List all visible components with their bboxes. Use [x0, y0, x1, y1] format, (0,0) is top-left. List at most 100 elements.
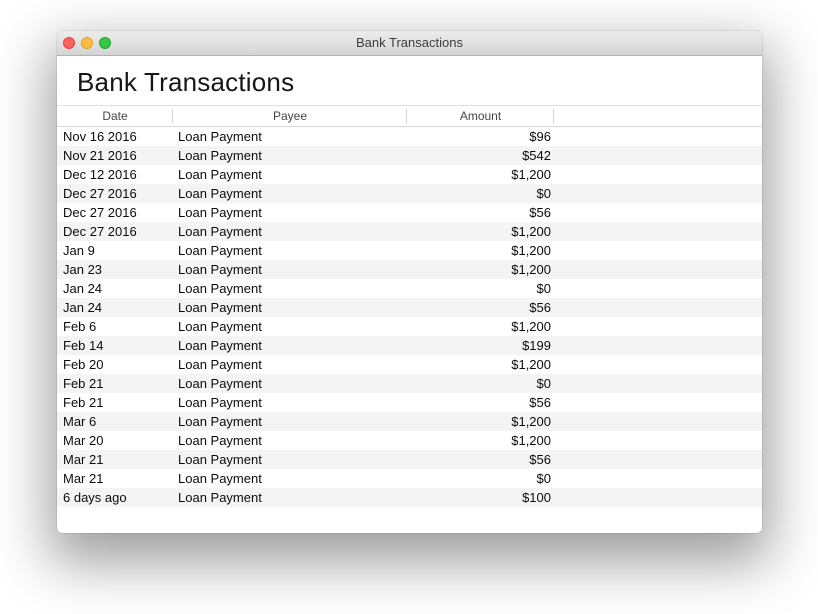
cell-amount: $542: [407, 146, 554, 165]
cell-empty: [554, 222, 762, 241]
cell-payee: Loan Payment: [173, 146, 407, 165]
table-row[interactable]: Mar 20 Loan Payment $1,200: [57, 431, 762, 450]
titlebar[interactable]: Bank Transactions: [57, 31, 762, 56]
cell-payee: Loan Payment: [173, 222, 407, 241]
cell-amount: $0: [407, 279, 554, 298]
app-window: Bank Transactions Bank Transactions Date…: [57, 31, 762, 533]
table-row[interactable]: 6 days ago Loan Payment $100: [57, 488, 762, 507]
cell-payee: Loan Payment: [173, 279, 407, 298]
close-button[interactable]: [63, 37, 75, 49]
table-row[interactable]: Dec 12 2016 Loan Payment $1,200: [57, 165, 762, 184]
cell-empty: [554, 298, 762, 317]
zoom-button[interactable]: [99, 37, 111, 49]
column-header-empty: [554, 106, 762, 126]
cell-date: Feb 20: [57, 355, 173, 374]
cell-amount: $56: [407, 203, 554, 222]
cell-payee: Loan Payment: [173, 298, 407, 317]
cell-amount: $1,200: [407, 222, 554, 241]
cell-amount: $0: [407, 469, 554, 488]
cell-amount: $0: [407, 184, 554, 203]
cell-empty: [554, 127, 762, 146]
cell-empty: [554, 165, 762, 184]
cell-payee: Loan Payment: [173, 203, 407, 222]
cell-empty: [554, 450, 762, 469]
table-header: Date Payee Amount: [57, 105, 762, 127]
table-row[interactable]: Jan 24 Loan Payment $56: [57, 298, 762, 317]
cell-payee: Loan Payment: [173, 241, 407, 260]
cell-date: 6 days ago: [57, 488, 173, 507]
minimize-button[interactable]: [81, 37, 93, 49]
cell-empty: [554, 336, 762, 355]
cell-payee: Loan Payment: [173, 260, 407, 279]
cell-date: Feb 6: [57, 317, 173, 336]
cell-empty: [554, 203, 762, 222]
cell-date: Nov 21 2016: [57, 146, 173, 165]
column-header-date[interactable]: Date: [57, 106, 173, 126]
cell-payee: Loan Payment: [173, 184, 407, 203]
cell-payee: Loan Payment: [173, 336, 407, 355]
cell-empty: [554, 279, 762, 298]
cell-amount: $56: [407, 298, 554, 317]
cell-empty: [554, 374, 762, 393]
window-content: Bank Transactions Date Payee Amount Nov …: [57, 56, 762, 532]
table-row[interactable]: Dec 27 2016 Loan Payment $0: [57, 184, 762, 203]
cell-date: Dec 27 2016: [57, 184, 173, 203]
cell-amount: $100: [407, 488, 554, 507]
cell-date: Dec 27 2016: [57, 203, 173, 222]
cell-date: Feb 21: [57, 374, 173, 393]
table-row[interactable]: Nov 21 2016 Loan Payment $542: [57, 146, 762, 165]
table-row[interactable]: Nov 16 2016 Loan Payment $96: [57, 127, 762, 146]
table-row[interactable]: Jan 23 Loan Payment $1,200: [57, 260, 762, 279]
cell-amount: $1,200: [407, 412, 554, 431]
cell-date: Mar 20: [57, 431, 173, 450]
cell-empty: [554, 469, 762, 488]
cell-amount: $199: [407, 336, 554, 355]
column-header-amount[interactable]: Amount: [407, 106, 554, 126]
cell-amount: $1,200: [407, 355, 554, 374]
cell-amount: $1,200: [407, 260, 554, 279]
cell-amount: $0: [407, 374, 554, 393]
cell-amount: $56: [407, 393, 554, 412]
cell-empty: [554, 355, 762, 374]
cell-date: Jan 9: [57, 241, 173, 260]
cell-payee: Loan Payment: [173, 374, 407, 393]
cell-empty: [554, 241, 762, 260]
cell-empty: [554, 488, 762, 507]
cell-empty: [554, 146, 762, 165]
table-row[interactable]: Feb 20 Loan Payment $1,200: [57, 355, 762, 374]
cell-date: Jan 24: [57, 279, 173, 298]
cell-payee: Loan Payment: [173, 431, 407, 450]
table-row[interactable]: Jan 24 Loan Payment $0: [57, 279, 762, 298]
cell-payee: Loan Payment: [173, 450, 407, 469]
cell-empty: [554, 317, 762, 336]
cell-amount: $1,200: [407, 317, 554, 336]
cell-payee: Loan Payment: [173, 488, 407, 507]
cell-amount: $96: [407, 127, 554, 146]
cell-date: Nov 16 2016: [57, 127, 173, 146]
table-row[interactable]: Feb 21 Loan Payment $0: [57, 374, 762, 393]
cell-payee: Loan Payment: [173, 469, 407, 488]
cell-payee: Loan Payment: [173, 127, 407, 146]
cell-payee: Loan Payment: [173, 412, 407, 431]
table-row[interactable]: Mar 21 Loan Payment $0: [57, 469, 762, 488]
column-header-payee[interactable]: Payee: [173, 106, 407, 126]
cell-date: Mar 21: [57, 450, 173, 469]
table-row[interactable]: Feb 21 Loan Payment $56: [57, 393, 762, 412]
window-title: Bank Transactions: [57, 31, 762, 55]
table-row[interactable]: Dec 27 2016 Loan Payment $1,200: [57, 222, 762, 241]
table-row[interactable]: Dec 27 2016 Loan Payment $56: [57, 203, 762, 222]
table-row[interactable]: Feb 14 Loan Payment $199: [57, 336, 762, 355]
cell-payee: Loan Payment: [173, 165, 407, 184]
table-row[interactable]: Mar 21 Loan Payment $56: [57, 450, 762, 469]
table-row[interactable]: Jan 9 Loan Payment $1,200: [57, 241, 762, 260]
cell-amount: $56: [407, 450, 554, 469]
cell-payee: Loan Payment: [173, 317, 407, 336]
table-row[interactable]: Mar 6 Loan Payment $1,200: [57, 412, 762, 431]
cell-amount: $1,200: [407, 165, 554, 184]
page-title: Bank Transactions: [77, 68, 762, 98]
cell-empty: [554, 412, 762, 431]
cell-date: Dec 12 2016: [57, 165, 173, 184]
table-row[interactable]: Feb 6 Loan Payment $1,200: [57, 317, 762, 336]
cell-date: Dec 27 2016: [57, 222, 173, 241]
cell-amount: $1,200: [407, 241, 554, 260]
